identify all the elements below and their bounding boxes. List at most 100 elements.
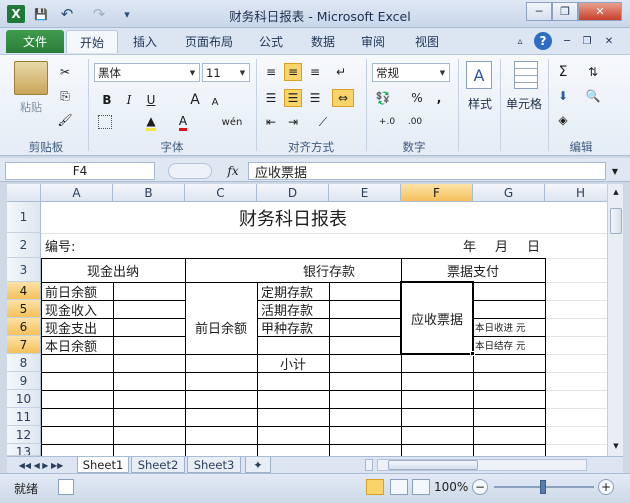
year-label[interactable]: 年 [463,233,476,258]
horizontal-scrollbar[interactable] [377,459,587,471]
bold-button[interactable]: B [98,91,116,109]
orientation-icon[interactable]: ⟋ [314,113,332,131]
zoom-out-button[interactable]: − [472,479,488,495]
sheet-tab-1[interactable]: Sheet1 [77,457,129,473]
row-header-7[interactable]: 7 [7,336,41,354]
grow-font-button[interactable]: A [186,91,204,109]
cash-in-label[interactable]: 现金收入 [45,300,97,319]
macro-record-icon[interactable] [58,479,74,495]
scroll-down-icon[interactable]: ▼ [610,440,622,452]
tab-formulas[interactable]: 公式 [250,30,292,53]
row-header-8[interactable]: 8 [7,354,41,372]
close-button[interactable]: ✕ [578,2,622,21]
paste-icon[interactable] [14,61,48,95]
today-balance-label[interactable]: 本日余额 [45,336,97,355]
align-right-icon[interactable]: ☰ [306,89,324,107]
bank-prev-balance[interactable]: 前日余额 [185,282,257,372]
fill-color-icon[interactable]: ▲ [142,113,160,131]
row-header-2[interactable]: 2 [7,233,41,258]
row-header-1[interactable]: 1 [7,202,41,233]
page-layout-view-icon[interactable] [390,479,408,495]
decrease-indent-icon[interactable]: ⇤ [262,113,280,131]
align-center-icon[interactable]: ☰ [284,89,302,107]
undo-icon[interactable]: ↶ [56,5,78,23]
excel-app-icon[interactable]: X [7,5,25,23]
horizontal-scroll-thumb[interactable] [388,460,478,470]
minimize-button[interactable]: ─ [526,2,552,21]
column-header-c[interactable]: C [185,184,257,202]
page-break-view-icon[interactable] [412,479,430,495]
row-header-9[interactable]: 9 [7,372,41,390]
align-top-icon[interactable]: ≡ [262,63,280,81]
expand-formula-icon[interactable]: ▼ [608,162,622,180]
customize-quick-access-icon[interactable]: ▾ [120,5,134,23]
phonetic-icon[interactable]: wén [218,113,246,131]
report-title[interactable]: 财务科日报表 [41,202,545,233]
cut-icon[interactable]: ✂ [56,63,74,81]
sheet-navigation-icon[interactable]: ◀◀ ◀ ▶ ▶▶ [11,459,71,471]
decrease-decimal-button[interactable]: .00 [402,113,428,131]
merge-center-icon[interactable]: ⇔ [332,89,354,107]
normal-view-icon[interactable] [366,479,384,495]
cash-header[interactable]: 现金出纳 [41,258,185,282]
column-header-e[interactable]: E [329,184,401,202]
worksheet-grid[interactable]: A B C D E F G H 1 2 3 4 5 6 7 8 9 10 11 … [7,184,607,456]
insert-function-icon[interactable]: fx [222,162,244,180]
type-a-deposit-label[interactable]: 甲种存款 [261,318,313,337]
number-label[interactable]: 编号: [45,233,75,258]
zoom-in-button[interactable]: + [598,479,614,495]
column-header-f[interactable]: F [401,184,473,202]
doc-restore-icon[interactable]: ❐ [580,30,594,53]
percent-button[interactable]: % [408,89,426,107]
font-color-icon[interactable]: A [174,113,192,131]
comma-button[interactable]: , [430,89,448,107]
increase-decimal-button[interactable]: +.0 [374,113,400,131]
scroll-up-icon[interactable]: ▲ [610,186,622,198]
fixed-deposit-label[interactable]: 定期存款 [261,282,313,301]
today-balance-g-label[interactable]: 本日结存 元 [475,336,526,354]
tab-review[interactable]: 审阅 [352,30,394,53]
current-deposit-label[interactable]: 活期存款 [261,300,313,319]
save-icon[interactable]: 💾 [32,5,50,23]
column-header-b[interactable]: B [113,184,185,202]
align-bottom-icon[interactable]: ≡ [306,63,324,81]
currency-icon[interactable]: 💱 [374,89,392,107]
tab-home[interactable]: 开始 [66,30,118,53]
day-label[interactable]: 日 [527,233,540,258]
italic-button[interactable]: I [120,91,138,109]
borders-icon[interactable] [98,115,112,129]
font-size-select[interactable]: 11 ▼ [202,63,250,82]
today-received-label[interactable]: 本日收进 元 [475,318,526,336]
ribbon-minimize-icon[interactable]: ▵ [512,30,528,53]
tab-data[interactable]: 数据 [302,30,344,53]
row-header-4[interactable]: 4 [7,282,41,300]
formula-input[interactable]: 应收票据 [248,162,606,181]
subtotal-label[interactable]: 小计 [257,354,329,373]
column-header-h[interactable]: H [545,184,607,202]
month-label[interactable]: 月 [495,233,508,258]
doc-minimize-icon[interactable]: ─ [560,30,574,53]
row-header-5[interactable]: 5 [7,300,41,318]
align-middle-icon[interactable]: ≡ [284,63,302,81]
sort-filter-icon[interactable]: ⇅ [584,63,602,81]
row-header-13[interactable]: 13 [7,444,41,456]
copy-icon[interactable]: ⎘ [56,87,74,105]
row-header-6[interactable]: 6 [7,318,41,336]
insert-sheet-icon[interactable]: ✦ [245,457,271,473]
bank-header[interactable]: 银行存款 [257,258,401,282]
clear-icon[interactable]: ◈ [554,111,572,129]
tab-view[interactable]: 视图 [406,30,448,53]
font-name-select[interactable]: 黑体 ▼ [94,63,200,82]
cells-icon[interactable] [514,61,538,89]
wrap-text-icon[interactable]: ↵ [332,63,350,81]
help-icon[interactable]: ? [534,32,552,50]
prev-balance-label[interactable]: 前日余额 [45,282,97,301]
name-box[interactable]: F4 [5,162,155,180]
column-header-d[interactable]: D [257,184,329,202]
doc-close-icon[interactable]: ✕ [602,30,616,53]
vertical-scroll-thumb[interactable] [610,208,622,234]
format-painter-icon[interactable]: 🖌 [56,111,74,129]
styles-icon[interactable]: A [466,61,492,89]
shrink-font-button[interactable]: A [206,93,224,111]
row-header-10[interactable]: 10 [7,390,41,408]
